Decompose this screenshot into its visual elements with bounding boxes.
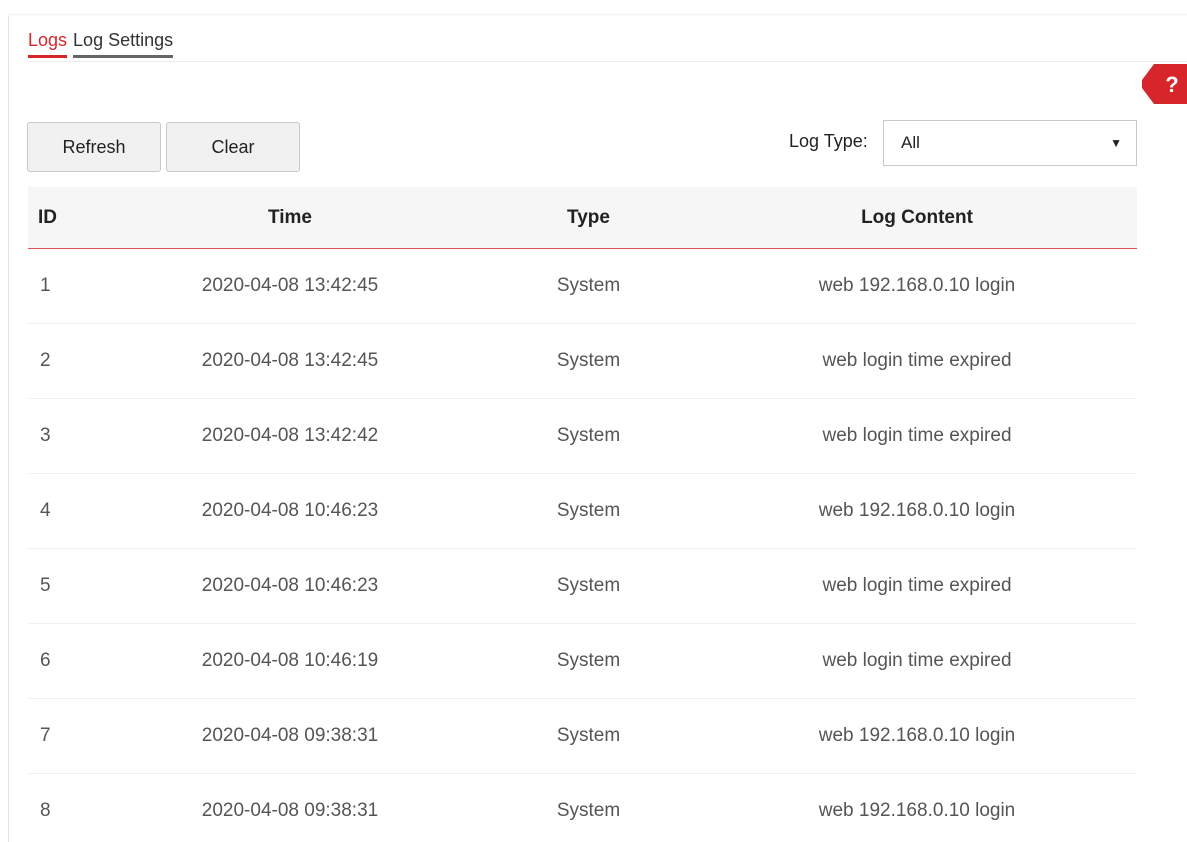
tabs-divider [28,61,1187,62]
cell-time: 2020-04-08 13:42:45 [201,275,379,296]
log-page: Logs Log Settings ? Refresh Clear Log Ty… [0,0,1187,842]
cell-log-content: web 192.168.0.10 login [818,725,1016,746]
cell-time: 2020-04-08 10:46:23 [201,575,379,596]
refresh-button[interactable]: Refresh [27,122,161,172]
header-type: Type [567,206,610,228]
header-time: Time [267,206,312,228]
cell-id: 1 [40,275,51,296]
cell-log-content: web login time expired [822,425,1012,446]
tab-log-settings-underline [73,55,174,58]
cell-type: System [556,425,621,446]
table-row: 6 2020-04-08 10:46:19 System web login time… [28,624,1137,699]
cell-log-content: web login time expired [822,575,1012,596]
help-button[interactable]: ? [1142,64,1187,104]
log-type-label: Log Type: [789,131,868,151]
tab-logs-underline [28,55,68,58]
cell-id: 6 [40,650,51,671]
tab-log-settings[interactable]: Log Settings [73,28,174,58]
tab-log-settings-label: Log Settings [73,30,174,50]
cell-type: System [556,575,621,596]
table-row: 5 2020-04-08 10:46:23 System web login time… [28,549,1137,624]
table-row: 3 2020-04-08 13:42:42 System web login time… [28,399,1137,474]
cell-id: 7 [40,725,51,746]
table-body: 1 2020-04-08 13:42:45 System web 192.168.0.… [28,249,1137,842]
log-table: ID Time Type Log Content 1 2020-04-08 13:… [28,187,1137,842]
tab-bar: Logs Log Settings [28,28,174,60]
cell-id: 5 [40,575,51,596]
cell-type: System [556,800,621,821]
cell-type: System [556,725,621,746]
log-type-select[interactable]: All ▼ [883,120,1137,166]
left-edge [8,16,9,842]
cell-time: 2020-04-08 10:46:19 [201,650,379,671]
cell-id: 8 [40,800,51,821]
cell-time: 2020-04-08 09:38:31 [201,800,379,821]
help-icon: ? [1142,64,1187,104]
tab-logs[interactable]: Logs [28,28,68,58]
table-row: 1 2020-04-08 13:42:45 System web 192.168.0.… [28,249,1137,324]
clear-button[interactable]: Clear [166,122,300,172]
cell-type: System [556,350,621,371]
cell-log-content: web login time expired [822,350,1012,371]
cell-time: 2020-04-08 13:42:45 [201,350,379,371]
cell-time: 2020-04-08 10:46:23 [201,500,379,521]
table-row: 2 2020-04-08 13:42:45 System web login time… [28,324,1137,399]
cell-type: System [556,275,621,296]
cell-log-content: web 192.168.0.10 login [818,275,1016,296]
svg-text:?: ? [1165,72,1178,97]
table-row: 7 2020-04-08 09:38:31 System web 192.168.0.… [28,699,1137,774]
cell-id: 4 [40,500,51,521]
log-type-selected-value: All [901,133,920,152]
top-edge [8,14,1187,16]
header-id: ID [38,206,57,228]
table-row: 4 2020-04-08 10:46:23 System web 192.168.0.… [28,474,1137,549]
header-log-content: Log Content [861,206,973,228]
cell-log-content: web 192.168.0.10 login [818,500,1016,521]
cell-time: 2020-04-08 09:38:31 [201,725,379,746]
dropdown-arrow-icon: ▼ [1110,136,1122,150]
cell-time: 2020-04-08 13:42:42 [201,425,379,446]
tab-logs-label: Logs [28,30,68,50]
table-header: ID Time Type Log Content [28,187,1137,249]
table-row: 8 2020-04-08 09:38:31 System web 192.168.0.… [28,774,1137,842]
cell-log-content: web 192.168.0.10 login [818,800,1016,821]
cell-id: 2 [40,350,51,371]
cell-log-content: web login time expired [822,650,1012,671]
cell-type: System [556,500,621,521]
cell-id: 3 [40,425,51,446]
cell-type: System [556,650,621,671]
